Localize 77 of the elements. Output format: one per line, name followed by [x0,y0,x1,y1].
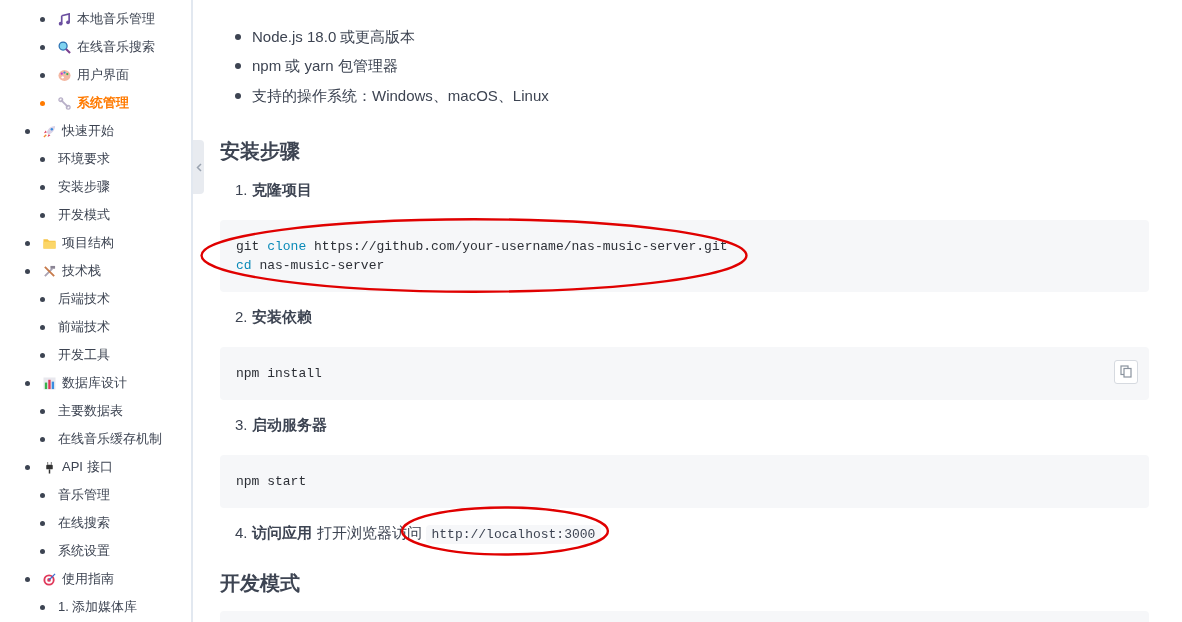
palette-icon [58,68,71,82]
code-block: npm install [220,346,1149,400]
sidebar-item[interactable]: 在线搜索 [58,513,110,533]
sidebar-item[interactable]: 快速开始 [43,121,114,141]
sidebar-item[interactable]: 项目结构 [43,233,114,253]
sidebar-item[interactable]: 1. 添加媒体库 [58,597,138,617]
bullet-icon [235,33,241,40]
bullet-icon [40,44,45,50]
requirement-text: Node.js 18.0 或更高版本 [252,26,416,47]
bullet-icon [40,156,45,162]
sidebar-item[interactable]: 技术栈 [43,261,101,281]
bar-chart-icon [43,376,56,390]
collapse-toggle[interactable] [193,140,204,194]
sidebar-item[interactable]: 在线音乐缓存机制 [58,429,162,449]
code-block: git clone https://github.com/your-username/nas-music-server.git cd nas-music-server [220,219,1149,292]
bullet-icon [40,16,45,22]
bullet-icon [40,520,45,526]
bullet-icon [40,408,45,414]
sidebar-item[interactable]: 开发模式 [58,205,110,225]
bullet-icon [25,464,30,470]
sidebar-item[interactable]: 环境要求 [58,149,110,169]
step-title: 安装依赖 [251,307,312,328]
bullet-icon [40,604,45,610]
rocket-icon [43,124,56,138]
sidebar-item[interactable]: 安装步骤 [58,177,110,197]
step-number: 4. [235,523,248,544]
bullet-icon [40,324,45,330]
sidebar-item[interactable]: API 接口 [43,457,113,477]
bullet-icon [40,492,45,498]
sidebar-item[interactable]: 用户界面 [58,65,129,85]
music-note-icon [58,12,71,26]
copy-icon [1120,365,1132,378]
bullet-icon [25,268,30,274]
sidebar-item[interactable]: 主要数据表 [58,401,123,421]
magnifier-icon [58,40,71,54]
chevron-left-icon [195,162,202,172]
bullet-icon [235,63,241,70]
bullet-icon [25,380,30,386]
section-heading: 安装步骤 [220,138,301,164]
bullet-icon [40,296,45,302]
sidebar-item[interactable]: 数据库设计 [43,373,127,393]
step-number: 1. [235,180,248,201]
sidebar-item[interactable]: 本地音乐管理 [58,9,155,29]
bullet-icon [235,92,241,99]
wrench-icon [58,96,71,110]
folder-icon [43,236,56,250]
bullet-icon [40,72,45,78]
sidebar-item[interactable]: 后端技术 [58,289,110,309]
plug-icon [43,460,56,474]
sidebar-item[interactable]: 前端技术 [58,317,110,337]
sidebar-item[interactable]: 系统设置 [58,541,110,561]
bullet-icon [40,352,45,358]
inline-code: http://localhost:3000 [425,525,602,545]
copy-button[interactable] [1114,359,1138,384]
bullet-icon [40,100,45,106]
code-block: npm start [220,454,1149,508]
sidebar-item[interactable]: 音乐管理 [58,485,110,505]
target-icon [43,572,56,586]
bullet-icon [40,212,45,218]
sidebar-item[interactable]: 使用指南 [43,569,114,589]
bullet-icon [40,548,45,554]
requirement-text: npm 或 yarn 包管理器 [252,56,398,76]
bullet-icon [25,240,30,246]
step-number: 3. [235,415,248,436]
section-heading: 开发模式 [220,570,301,596]
step-title: 启动服务器 [251,415,327,436]
step-title: 克隆项目 [251,180,312,201]
step-title: 访问应用 [251,523,312,544]
tools-icon [43,264,56,278]
sidebar-item[interactable]: 在线音乐搜索 [58,37,155,57]
step-number: 2. [235,307,248,328]
bullet-icon [40,184,45,190]
bullet-icon [40,436,45,442]
bullet-icon [25,128,30,134]
requirement-text: 支持的操作系统：Windows、macOS、Linux [252,85,549,106]
bullet-icon [25,576,30,582]
sidebar-item[interactable]: 开发工具 [58,345,110,365]
